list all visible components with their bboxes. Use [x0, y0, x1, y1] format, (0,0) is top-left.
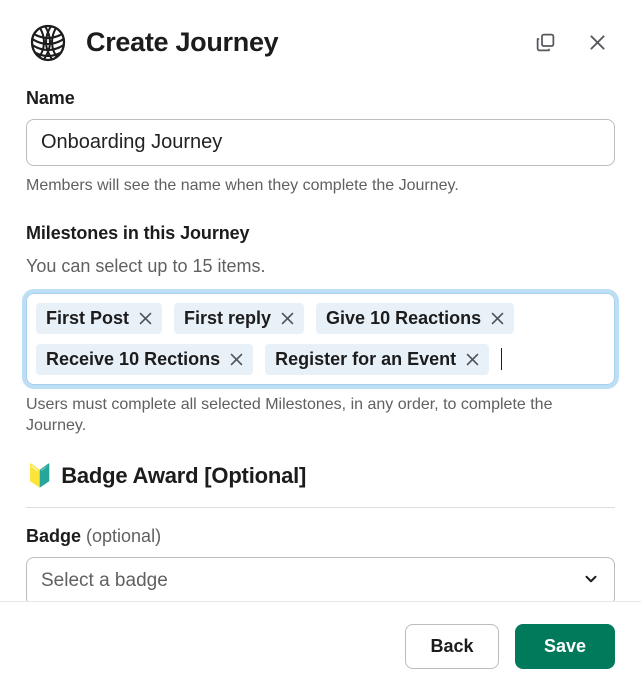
remove-chip-icon[interactable] [228, 351, 245, 368]
remove-chip-icon[interactable] [137, 310, 154, 327]
milestone-chip: Register for an Event [265, 344, 489, 375]
divider [26, 507, 615, 508]
chevron-down-icon [582, 570, 600, 593]
milestones-subhelper: You can select up to 15 items. [26, 254, 615, 279]
badge-award-heading: 🔰 Badge Award [Optional] [26, 463, 615, 489]
name-input[interactable] [26, 119, 615, 166]
badge-label-optional: (optional) [86, 526, 161, 546]
badge-label-text: Badge [26, 526, 86, 546]
chip-label: First reply [184, 308, 271, 329]
badge-award-heading-text: Badge Award [Optional] [61, 463, 306, 489]
modal-footer: Back Save [0, 601, 641, 691]
text-cursor [501, 348, 502, 370]
save-button[interactable]: Save [515, 624, 615, 669]
milestone-chip: Receive 10 Rections [36, 344, 253, 375]
remove-chip-icon[interactable] [489, 310, 506, 327]
milestones-label: Milestones in this Journey [26, 223, 615, 244]
milestone-chip: Give 10 Reactions [316, 303, 514, 334]
chip-label: Register for an Event [275, 349, 456, 370]
badge-select[interactable]: Select a badge [26, 557, 615, 606]
name-helper: Members will see the name when they comp… [26, 175, 615, 197]
close-icon[interactable] [579, 24, 615, 60]
modal-title: Create Journey [86, 27, 527, 58]
new-window-icon[interactable] [527, 24, 563, 60]
chip-label: Give 10 Reactions [326, 308, 481, 329]
back-button[interactable]: Back [405, 624, 499, 669]
milestones-multiselect[interactable]: First Post First reply Give 10 Reactions… [26, 293, 615, 385]
milestone-chip: First reply [174, 303, 304, 334]
badge-select-placeholder: Select a badge [41, 570, 168, 592]
remove-chip-icon[interactable] [279, 310, 296, 327]
app-logo [26, 20, 70, 64]
milestone-chip: First Post [36, 303, 162, 334]
chip-label: First Post [46, 308, 129, 329]
badge-label: Badge (optional) [26, 526, 615, 547]
remove-chip-icon[interactable] [464, 351, 481, 368]
badge-emoji-icon: 🔰 [26, 463, 53, 489]
milestones-helper: Users must complete all selected Milesto… [26, 394, 615, 437]
name-label: Name [26, 88, 615, 109]
chip-label: Receive 10 Rections [46, 349, 220, 370]
